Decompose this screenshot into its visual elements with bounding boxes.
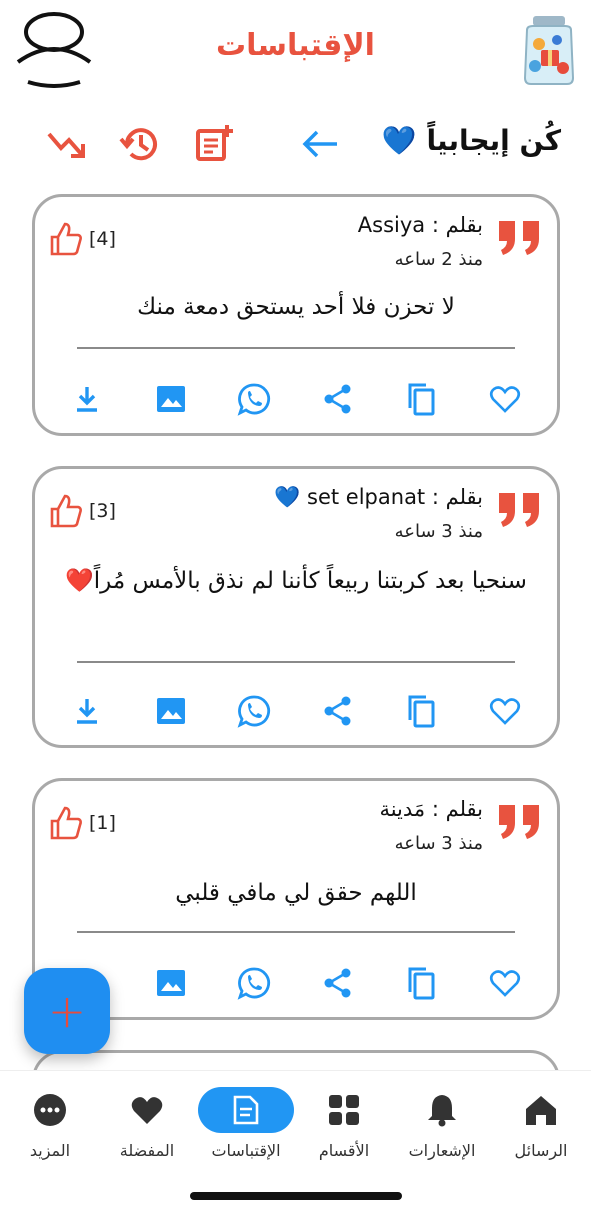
like-button[interactable]: [1] xyxy=(49,805,116,841)
nav-label: المزيد xyxy=(29,1141,71,1160)
more-dots-icon xyxy=(2,1087,98,1133)
nav-item-messages[interactable]: الرسائل xyxy=(486,1087,591,1167)
bell-icon xyxy=(394,1087,490,1133)
quote-card: بقلم : مَدينة منذ 3 ساعه [1] اللهم حقق ل… xyxy=(32,778,560,1020)
whatsapp-icon[interactable] xyxy=(232,689,276,733)
whatsapp-icon[interactable] xyxy=(232,961,276,1005)
divider xyxy=(77,347,515,349)
quotes-doc-icon xyxy=(198,1087,294,1133)
nav-item-categories[interactable]: الأقسام xyxy=(289,1087,399,1167)
quote-mark-icon xyxy=(495,801,543,841)
card-actions xyxy=(65,961,527,1005)
quote-text: سنحيا بعد كربتنا ربيعاً كأننا لم نذق بال… xyxy=(65,568,527,594)
quote-author[interactable]: بقلم : set elpanat 💙 xyxy=(274,485,483,510)
nav-label: الإقتباسات xyxy=(211,1141,281,1160)
heart-outline-icon[interactable] xyxy=(483,961,527,1005)
divider xyxy=(77,661,515,663)
quote-mark-icon xyxy=(495,489,543,529)
like-count: [4] xyxy=(89,228,116,250)
image-icon[interactable] xyxy=(149,689,193,733)
grid-icon xyxy=(296,1087,392,1133)
nav-item-favorites[interactable]: المفضلة xyxy=(92,1087,202,1167)
page-heading: كُن إيجابياً 💙 xyxy=(381,124,561,157)
add-note-icon[interactable] xyxy=(190,120,238,168)
thumbs-up-icon xyxy=(50,806,82,840)
share-icon[interactable] xyxy=(316,689,360,733)
share-icon[interactable] xyxy=(316,377,360,421)
home-icon xyxy=(493,1087,589,1133)
copy-icon[interactable] xyxy=(399,961,443,1005)
quote-mark-icon xyxy=(495,217,543,257)
trending-down-icon[interactable] xyxy=(42,120,90,168)
nav-label: الأقسام xyxy=(318,1141,370,1160)
like-count: [3] xyxy=(89,500,116,522)
like-button[interactable]: [3] xyxy=(49,493,116,529)
nav-label: الرسائل xyxy=(514,1141,568,1160)
copy-icon[interactable] xyxy=(399,377,443,421)
home-indicator xyxy=(190,1192,402,1200)
quote-text: اللهم حقق لي مافي قلبي xyxy=(175,880,417,906)
copy-icon[interactable] xyxy=(399,689,443,733)
share-icon[interactable] xyxy=(316,961,360,1005)
arrow-left-icon[interactable] xyxy=(296,120,344,168)
quote-time: منذ 2 ساعه xyxy=(394,249,483,270)
like-count: [1] xyxy=(89,812,116,834)
whatsapp-icon[interactable] xyxy=(232,377,276,421)
heart-outline-icon[interactable] xyxy=(483,689,527,733)
nav-label: الإشعارات xyxy=(408,1141,476,1160)
card-actions xyxy=(65,689,527,733)
thumbs-up-icon xyxy=(50,494,82,528)
quote-time: منذ 3 ساعه xyxy=(394,521,483,542)
nav-item-notifications[interactable]: الإشعارات xyxy=(387,1087,497,1167)
quote-author[interactable]: بقلم : مَدينة xyxy=(379,797,483,821)
add-quote-button[interactable]: + xyxy=(24,968,110,1054)
toolbar: كُن إيجابياً 💙 xyxy=(0,112,591,172)
quote-time: منذ 3 ساعه xyxy=(394,833,483,854)
heart-outline-icon[interactable] xyxy=(483,377,527,421)
quote-card: بقلم : Assiya منذ 2 ساعه [4] لا تحزن فلا… xyxy=(32,194,560,436)
app-title: الإقتباسات xyxy=(216,28,375,63)
nav-label: المفضلة xyxy=(119,1141,175,1160)
nav-item-more[interactable]: المزيد xyxy=(0,1087,105,1167)
divider xyxy=(77,931,515,933)
nav-item-quotes[interactable]: الإقتباسات xyxy=(191,1087,301,1167)
app-header: الإقتباسات xyxy=(0,0,591,110)
history-icon[interactable] xyxy=(116,120,164,168)
quote-text: لا تحزن فلا أحد يستحق دمعة منك xyxy=(137,294,455,320)
card-actions xyxy=(65,377,527,421)
image-icon[interactable] xyxy=(149,377,193,421)
download-icon[interactable] xyxy=(65,377,109,421)
download-icon[interactable] xyxy=(65,689,109,733)
image-icon[interactable] xyxy=(149,961,193,1005)
app-jar-logo-icon xyxy=(519,14,579,86)
like-button[interactable]: [4] xyxy=(49,221,116,257)
quote-card: بقلم : set elpanat 💙 منذ 3 ساعه [3] سنحي… xyxy=(32,466,560,748)
heart-icon xyxy=(99,1087,195,1133)
thumbs-up-icon xyxy=(50,222,82,256)
quote-author[interactable]: بقلم : Assiya xyxy=(358,213,483,237)
